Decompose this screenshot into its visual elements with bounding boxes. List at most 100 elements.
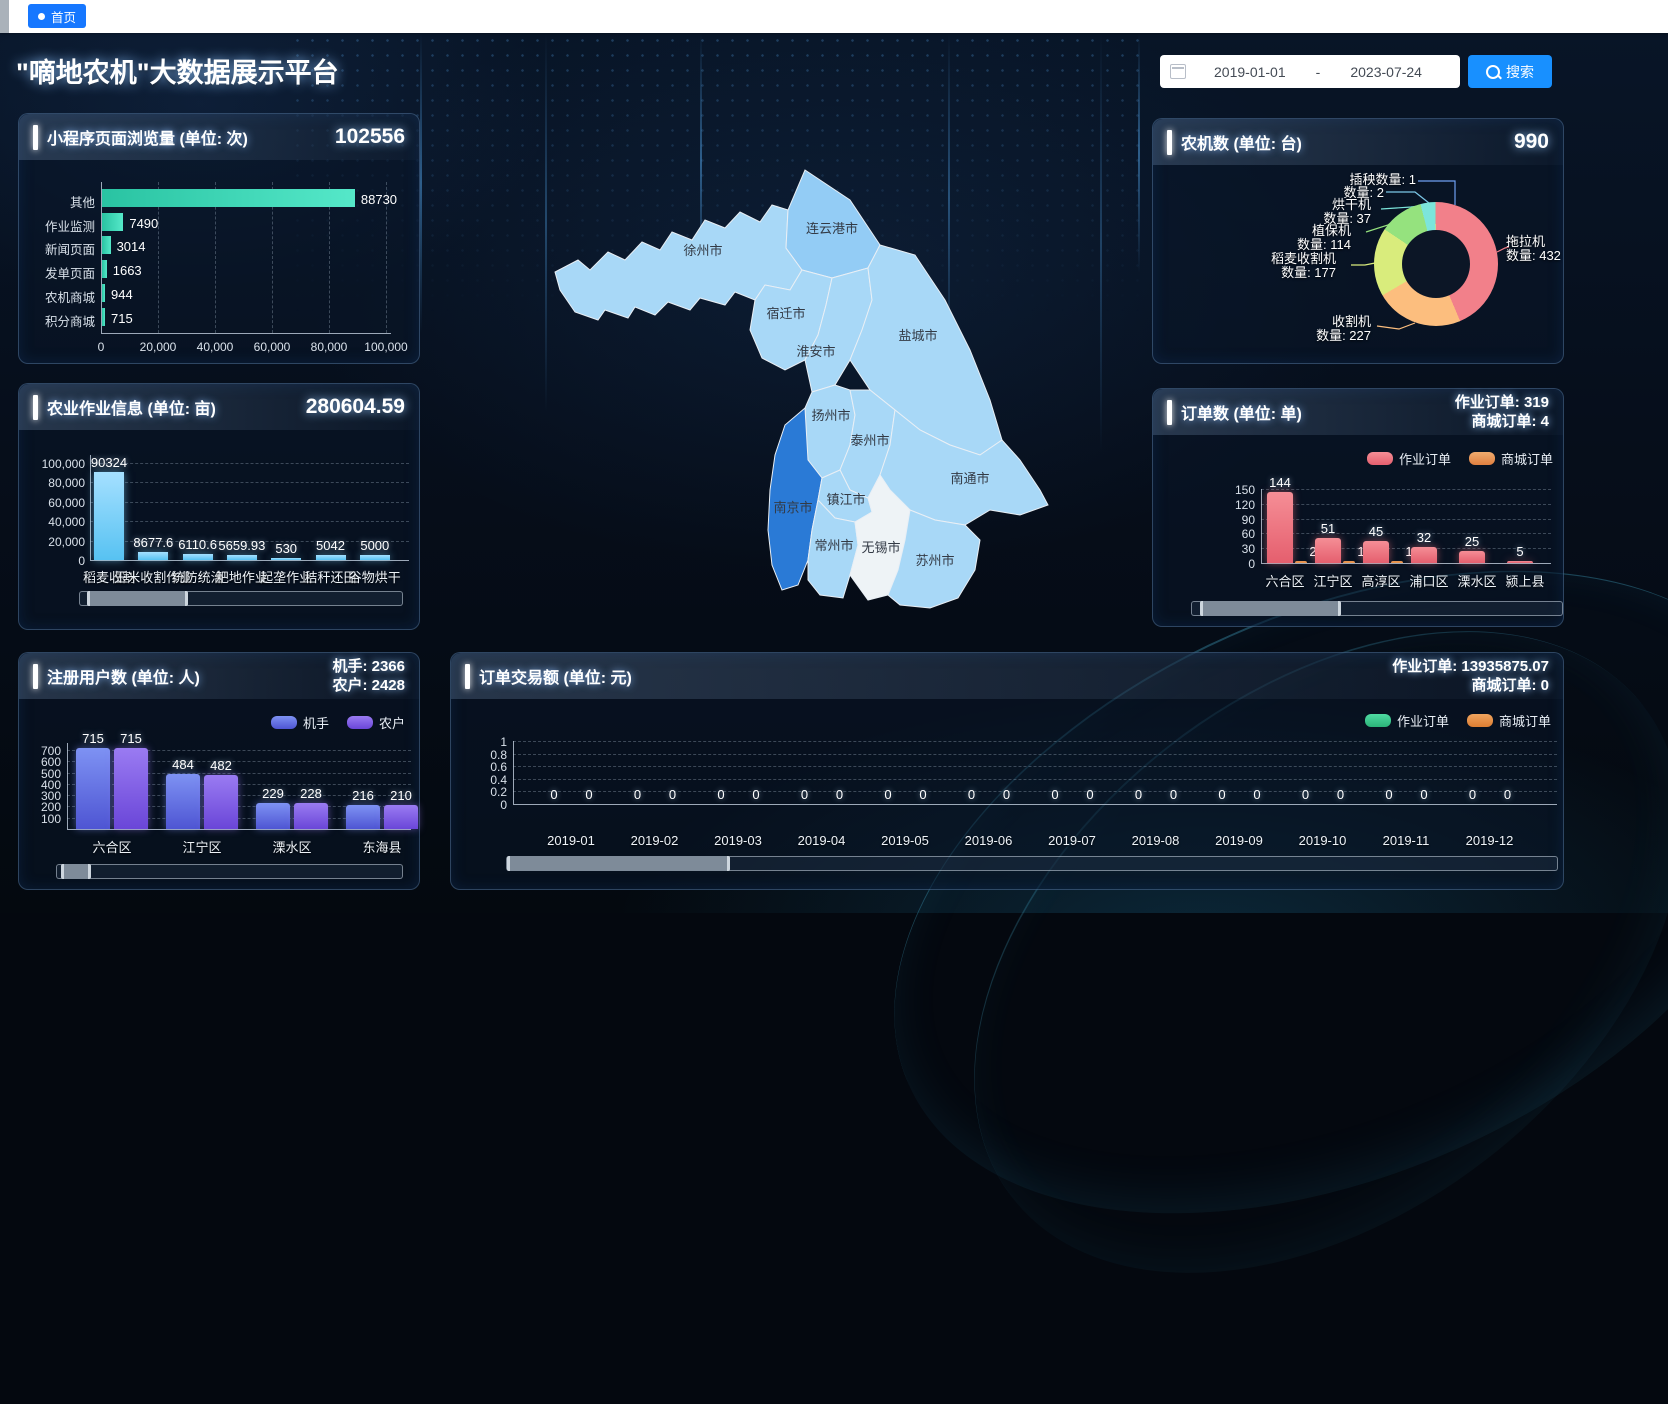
category-label: 农机商城: [31, 287, 95, 306]
dashboard-stage: "嘀地农机"大数据展示平台 2019-01-01 - 2023-07-24 搜索…: [0, 33, 1668, 913]
bar: [1363, 541, 1389, 563]
datazoom-slider[interactable]: [56, 864, 403, 879]
category-label: 作业监测: [31, 216, 95, 235]
page-title: "嘀地农机"大数据展示平台: [16, 51, 339, 90]
data-point-value: 0: [1170, 787, 1177, 802]
month-label: 2019-06: [965, 833, 1013, 848]
axis-tick-label: 60,000: [242, 340, 302, 354]
datazoom-slider[interactable]: [1191, 601, 1563, 616]
axis-tick-label: 60: [1213, 527, 1255, 541]
datazoom-handle[interactable]: [1200, 601, 1341, 616]
data-point-value: 0: [1420, 787, 1427, 802]
datazoom-handle[interactable]: [61, 864, 91, 879]
bar-value: 482: [210, 758, 232, 773]
bar: [1295, 561, 1307, 563]
bar-value: 530: [275, 541, 297, 556]
bar-value: 3014: [117, 239, 146, 254]
bar-value: 25: [1465, 534, 1479, 549]
bar-value: 715: [120, 731, 142, 746]
bar: [384, 805, 418, 829]
date-separator: -: [1314, 64, 1323, 80]
bg-streak: [545, 33, 547, 413]
jiangsu-map: 徐州市连云港市宿迁市淮安市盐城市扬州市泰州市南通市南京市镇江市常州市无锡市苏州市: [550, 160, 1070, 610]
bar: [1315, 538, 1341, 563]
bar-value: 5042: [316, 538, 345, 553]
axis-tick-label: 80,000: [23, 476, 85, 490]
browser-topbar: 首页: [0, 0, 1668, 33]
data-point-value: 0: [585, 787, 592, 802]
bar: [138, 552, 168, 560]
month-label: 2019-01: [547, 833, 595, 848]
category-label: 溧水区: [1457, 571, 1496, 590]
search-button-label: 搜索: [1506, 62, 1534, 82]
month-label: 2019-05: [881, 833, 929, 848]
datazoom-handle[interactable]: [87, 591, 188, 606]
bar-value: 5000: [360, 538, 389, 553]
axis-tick-label: 150: [1213, 483, 1255, 497]
panel-revenue: 订单交易额 (单位: 元) 作业订单: 13935875.07 商城订单: 0 …: [450, 652, 1564, 890]
gridline: [90, 482, 409, 483]
donut-slice-label: 植保机数量: 114: [1241, 224, 1351, 252]
axis-line: [90, 455, 91, 560]
data-point-value: 0: [1302, 787, 1309, 802]
month-label: 2019-02: [631, 833, 679, 848]
category-label: 东海县: [362, 837, 401, 856]
map-city-label: 盐城市: [898, 328, 937, 343]
datazoom-handle[interactable]: [507, 856, 730, 871]
axis-tick-label: 100: [19, 812, 61, 826]
bar: [76, 748, 110, 829]
axis-tick-label: 100,000: [23, 457, 85, 471]
bar-value: 210: [390, 788, 412, 803]
bar-value: 7490: [129, 216, 158, 231]
category-label: 六合区: [1265, 571, 1304, 590]
bar-value: 715: [111, 311, 133, 326]
bar: [102, 308, 105, 326]
axis-line: [513, 741, 514, 804]
breadcrumb-home-button[interactable]: 首页: [28, 4, 86, 28]
revenue-chart: 10.80.60.40.202019-01002019-02002019-030…: [451, 653, 1563, 889]
axis-tick-label: 40,000: [23, 515, 85, 529]
date-start-input[interactable]: 2019-01-01: [1186, 64, 1314, 80]
bar-value: 715: [82, 731, 104, 746]
category-label: 颍上县: [1505, 571, 1544, 590]
orders-chart: 15012090603001442六合区511江宁区451高淳区32浦口区25溧…: [1153, 389, 1563, 626]
date-end-input[interactable]: 2023-07-24: [1322, 64, 1450, 80]
gridline: [1261, 504, 1551, 505]
category-label: 六合区: [92, 837, 131, 856]
axis-line: [67, 743, 68, 829]
bar-value: 8677.6: [133, 535, 173, 550]
bar: [102, 260, 107, 278]
data-point-value: 0: [634, 787, 641, 802]
bar: [183, 554, 213, 560]
bar: [1507, 561, 1533, 563]
bar-value: 88730: [361, 192, 397, 207]
category-label: 积分商城: [31, 311, 95, 330]
data-point-value: 0: [1086, 787, 1093, 802]
map-city-label: 常州市: [814, 538, 853, 553]
date-range-picker[interactable]: 2019-01-01 - 2023-07-24: [1160, 55, 1460, 88]
search-button[interactable]: 搜索: [1468, 55, 1552, 88]
bar: [102, 284, 105, 302]
data-point-value: 0: [1218, 787, 1225, 802]
gridline: [513, 779, 1557, 780]
bg-streak: [1100, 33, 1102, 453]
bar-value: 5659.93: [218, 538, 265, 553]
bar-value: 32: [1417, 530, 1431, 545]
map-city-label: 无锡市: [861, 540, 900, 555]
map-city-label: 南京市: [773, 500, 812, 515]
datazoom-slider[interactable]: [79, 591, 403, 606]
bar-value: 216: [352, 788, 374, 803]
gridline: [90, 502, 409, 503]
map-city-label: 徐州市: [683, 243, 722, 258]
data-point-value: 0: [1504, 787, 1511, 802]
axis-line: [101, 333, 391, 334]
axis-tick-label: 0: [1213, 557, 1255, 571]
data-point-value: 0: [669, 787, 676, 802]
bar: [204, 775, 238, 829]
bar: [102, 213, 123, 231]
panel-pageviews-title: 小程序页面浏览量 (单位: 次): [47, 125, 248, 149]
map-city-label: 宿迁市: [766, 306, 805, 321]
bg-streak: [420, 33, 422, 333]
datazoom-slider[interactable]: [506, 856, 1558, 871]
axis-tick-label: 0: [23, 554, 85, 568]
